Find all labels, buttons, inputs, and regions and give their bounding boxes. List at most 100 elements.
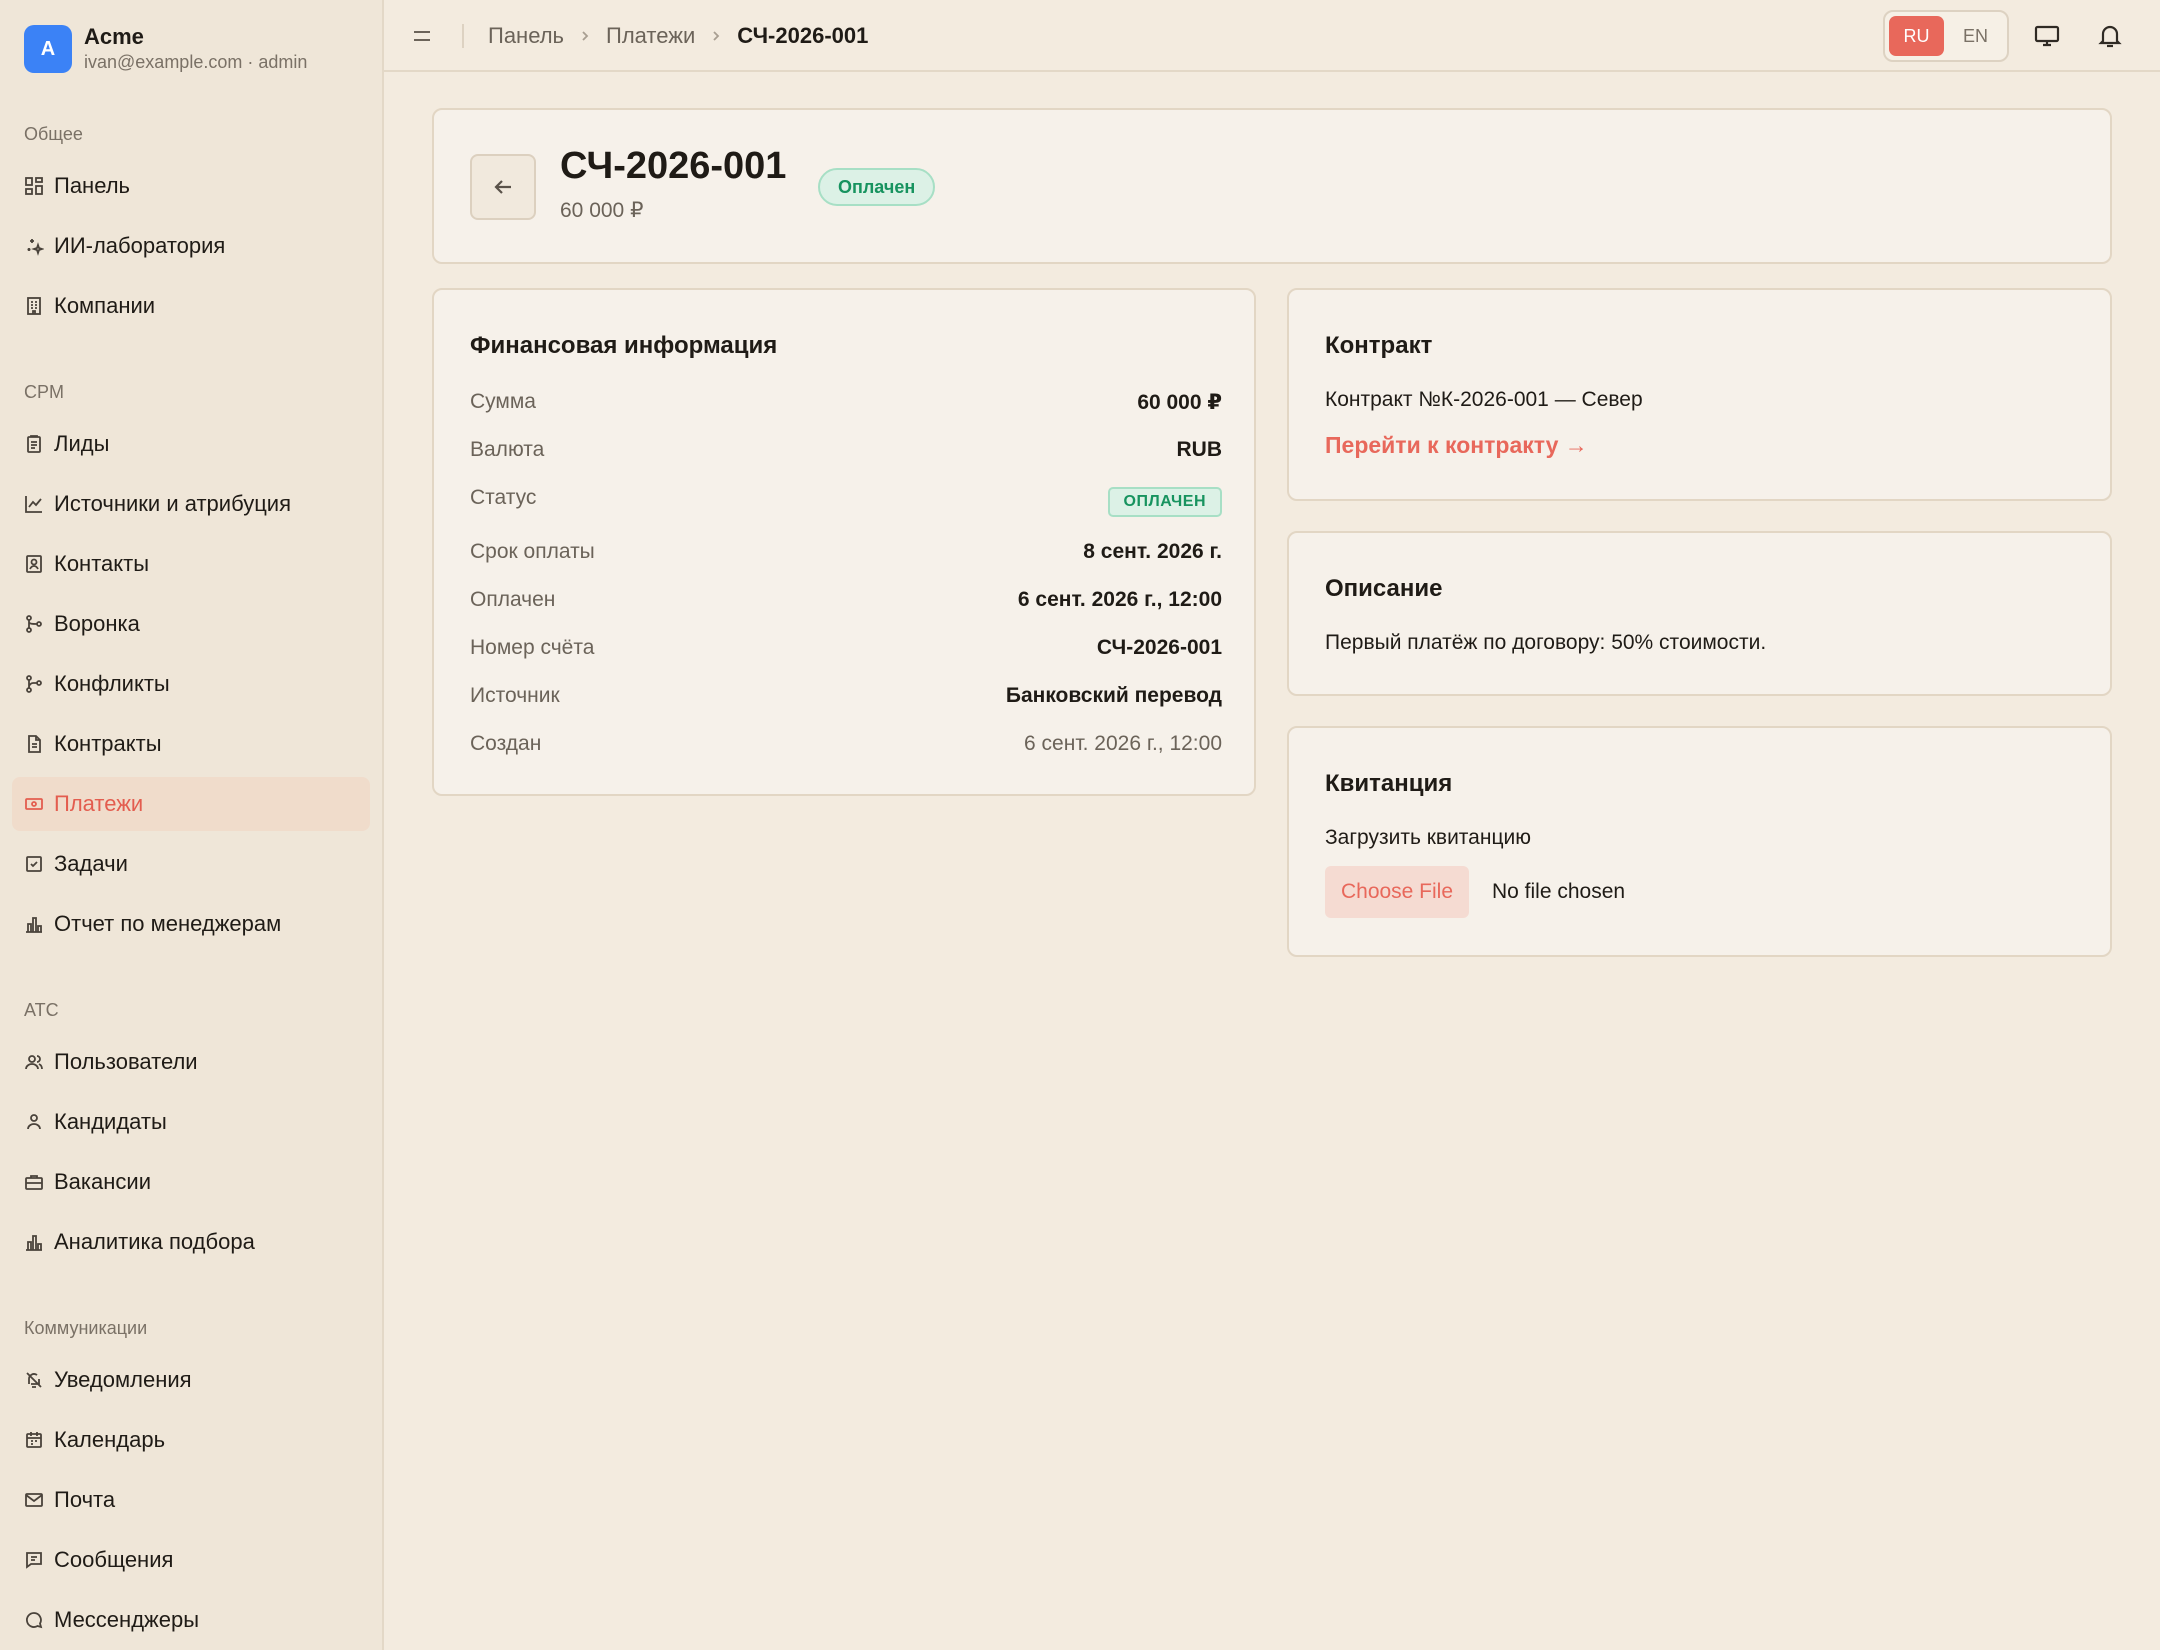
sidebar-item-messages[interactable]: Сообщения <box>12 1533 370 1587</box>
chevron-right-icon <box>713 31 720 41</box>
bar-chart-icon <box>26 1235 42 1251</box>
monitor-icon[interactable] <box>2033 22 2061 50</box>
sidebar-item-mail[interactable]: Почта <box>12 1473 370 1527</box>
sidebar-item-messengers[interactable]: Мессенджеры <box>12 1593 370 1647</box>
sidebar-item-contacts[interactable]: Контакты <box>12 537 370 591</box>
sidebar-item-recruiting-analytics[interactable]: Аналитика подбора <box>12 1215 370 1269</box>
row-value: 6 сент. 2026 г., 12:00 <box>1017 588 1222 611</box>
sidebar-item-notifications[interactable]: Уведомления <box>12 1353 370 1407</box>
row-value: RUB <box>1176 438 1223 461</box>
row-label: Сумма <box>470 390 536 413</box>
sparkles-icon <box>27 239 44 256</box>
row-value: 60 000 ₽ <box>1137 390 1222 414</box>
row-value: 6 сент. 2026 г., 12:00 <box>1024 732 1222 755</box>
status-badge: Оплачен <box>818 168 936 206</box>
sidebar-item-label: Лиды <box>54 431 110 456</box>
finance-row-invoice-number: Номер счёта СЧ-2026-001 <box>470 632 1222 664</box>
row-label: Валюта <box>470 438 545 461</box>
contract-name: Контракт №К-2026-001 — Север <box>1325 388 1643 411</box>
contact-card-icon <box>26 555 42 573</box>
sidebar-item-conflicts[interactable]: Конфликты <box>12 657 370 711</box>
sidebar-item-manager-report[interactable]: Отчет по менеджерам <box>12 897 370 951</box>
sidebar-item-funnel[interactable]: Воронка <box>12 597 370 651</box>
finance-row-status: Статус ОПЛАЧЕН <box>470 482 1222 517</box>
file-status: No file chosen <box>1492 880 1626 903</box>
sidebar-item-payments[interactable]: Платежи <box>12 777 370 831</box>
sidebar-item-label: Задачи <box>54 851 128 876</box>
brand-logo: A <box>24 25 72 73</box>
sidebar-item-label: Вакансии <box>54 1169 151 1194</box>
sidebar-item-ai-lab[interactable]: ИИ-лаборатория <box>12 219 370 273</box>
building-icon <box>27 297 41 315</box>
breadcrumb-dashboard[interactable]: Панель <box>488 23 564 49</box>
lang-ru-button[interactable]: RU <box>1889 16 1944 56</box>
sidebar-item-label: Уведомления <box>54 1367 192 1392</box>
sidebar-item-dashboard[interactable]: Панель <box>12 159 370 213</box>
description-text: Первый платёж по договору: 50% стоимости… <box>1325 631 1767 654</box>
row-label: Статус <box>470 486 537 509</box>
finance-row-due-date: Срок оплаты 8 сент. 2026 г. <box>470 536 1222 568</box>
financial-info-card: Финансовая информация Сумма 60 000 ₽ Вал… <box>432 288 1256 796</box>
sidebar-item-label: Отчет по менеджерам <box>54 911 282 936</box>
card-title: Описание <box>1325 575 1443 602</box>
users-icon <box>25 1055 43 1070</box>
sidebar-item-label: Панель <box>54 173 131 198</box>
page-title: СЧ-2026-001 <box>560 145 787 187</box>
message-square-icon <box>26 1552 42 1569</box>
back-button[interactable] <box>470 154 536 220</box>
section-title-communications: Коммуникации <box>24 1318 148 1338</box>
git-branch-icon <box>26 675 42 693</box>
finance-row-amount: Сумма 60 000 ₽ <box>470 386 1222 418</box>
sidebar-item-label: Компании <box>54 293 156 318</box>
bell-icon[interactable] <box>2096 22 2124 50</box>
user-icon <box>27 1114 41 1130</box>
finance-row-created: Создан 6 сент. 2026 г., 12:00 <box>470 728 1222 760</box>
arrow-left-icon <box>494 180 511 194</box>
briefcase-icon <box>25 1175 43 1190</box>
contract-card: Контракт Контракт №К-2026-001 — Север Пе… <box>1287 288 2112 501</box>
divider <box>462 24 464 48</box>
sidebar-item-candidates[interactable]: Кандидаты <box>12 1095 370 1149</box>
bell-off-icon <box>26 1372 42 1388</box>
payments-icon <box>25 798 43 810</box>
sidebar-item-label: Кандидаты <box>54 1109 167 1134</box>
choose-file-button[interactable]: Choose File <box>1325 866 1469 918</box>
sidebar-item-label: Календарь <box>54 1427 166 1452</box>
go-to-contract-link[interactable]: Перейти к контракту → <box>1325 432 1588 459</box>
lang-en-button[interactable]: EN <box>1948 16 2003 56</box>
row-label: Номер счёта <box>470 636 595 659</box>
chevron-right-icon <box>582 31 589 41</box>
finance-row-paid-at: Оплачен 6 сент. 2026 г., 12:00 <box>470 584 1222 616</box>
sidebar-item-sources[interactable]: Источники и атрибуция <box>12 477 370 531</box>
sidebar-item-vacancies[interactable]: Вакансии <box>12 1155 370 1209</box>
menu-toggle-icon[interactable] <box>408 22 436 50</box>
sidebar-item-companies[interactable]: Компании <box>12 279 370 333</box>
card-title: Квитанция <box>1325 770 1453 797</box>
sidebar-item-tasks[interactable]: Задачи <box>12 837 370 891</box>
row-value: 8 сент. 2026 г. <box>1083 540 1222 563</box>
git-merge-icon <box>26 615 42 633</box>
breadcrumb-payments[interactable]: Платежи <box>606 23 695 49</box>
invoice-header-card: СЧ-2026-001 60 000 ₽ Оплачен <box>432 108 2112 264</box>
finance-row-currency: Валюта RUB <box>470 434 1222 466</box>
sidebar-item-label: Аналитика подбора <box>54 1229 255 1254</box>
sidebar-item-users[interactable]: Пользователи <box>12 1035 370 1089</box>
finance-row-source: Источник Банковский перевод <box>470 680 1222 712</box>
sidebar-item-contracts[interactable]: Контракты <box>12 717 370 771</box>
sidebar-item-leads[interactable]: Лиды <box>12 417 370 471</box>
row-label: Источник <box>470 684 560 707</box>
row-label: Создан <box>470 732 542 755</box>
sidebar-item-label: ИИ-лаборатория <box>54 233 226 258</box>
sidebar-item-calendar[interactable]: Календарь <box>12 1413 370 1467</box>
sidebar-item-label: Почта <box>54 1487 116 1512</box>
upload-receipt-label: Загрузить квитанцию <box>1325 826 1531 849</box>
row-label: Срок оплаты <box>470 540 595 563</box>
brand[interactable]: A Acme ivan@example.com · admin <box>24 24 307 74</box>
sidebar-item-label: Пользователи <box>54 1049 198 1074</box>
checkbox-icon <box>26 856 42 872</box>
sidebar-item-label: Источники и атрибуция <box>54 491 291 516</box>
sidebar-item-label: Платежи <box>54 791 144 816</box>
sidebar: A Acme ivan@example.com · admin Общее Па… <box>0 0 384 1650</box>
sidebar-item-label: Контракты <box>54 731 162 756</box>
breadcrumb-current: СЧ-2026-001 <box>737 23 869 48</box>
